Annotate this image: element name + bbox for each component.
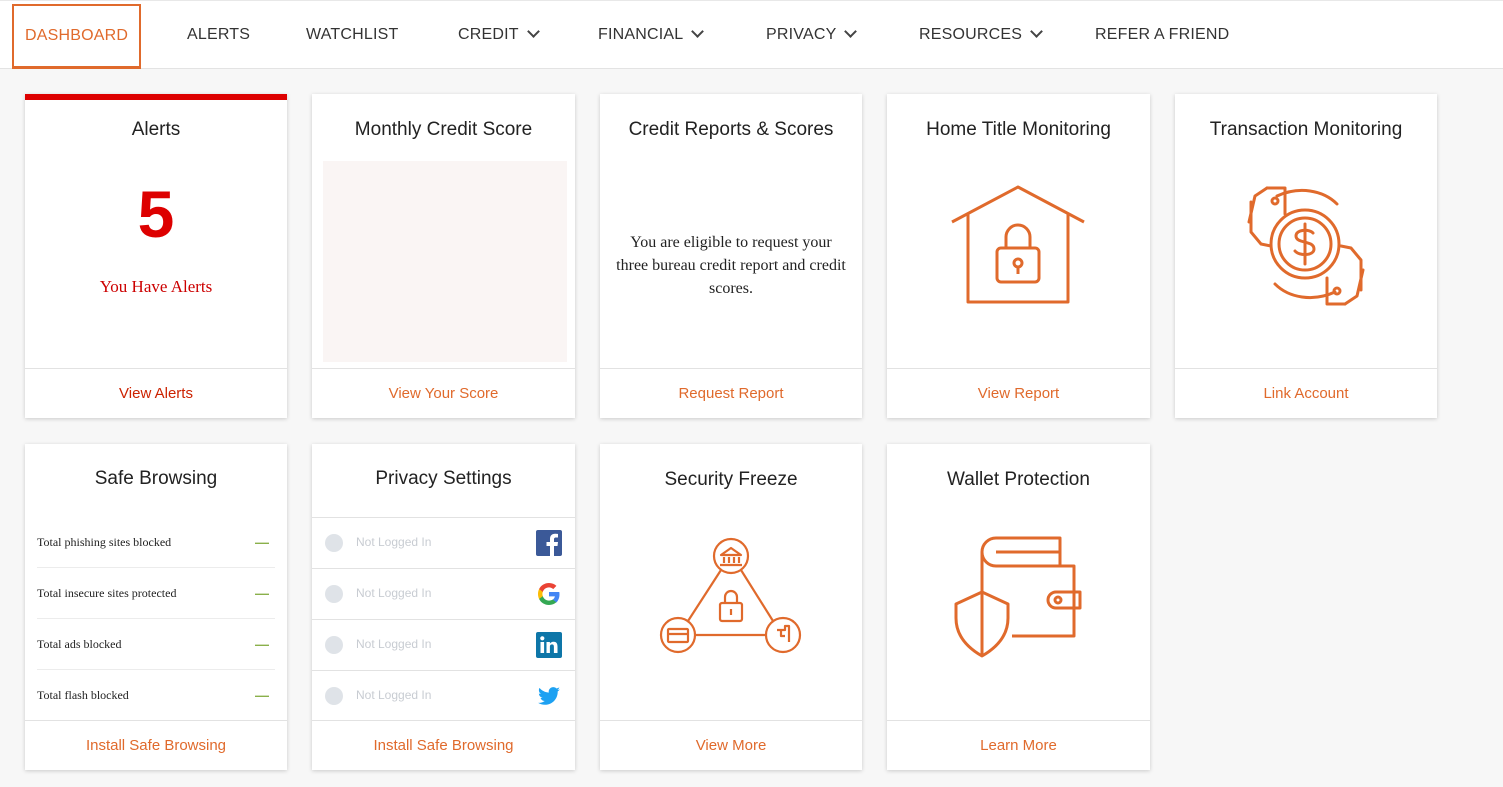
view-alerts-link[interactable]: View Alerts	[25, 368, 287, 418]
nav-resources[interactable]: RESOURCES	[919, 1, 1044, 69]
card-title: Home Title Monitoring	[926, 119, 1111, 140]
view-report-link[interactable]: View Report	[887, 368, 1150, 418]
status-dot	[325, 687, 343, 705]
card-title: Security Freeze	[664, 469, 798, 490]
list-item[interactable]: Not Logged In	[312, 670, 575, 721]
stat-value: —	[255, 534, 269, 550]
eligibility-message: You are eligible to request your three b…	[616, 234, 846, 297]
security-freeze-card: Security Freeze View More	[600, 444, 862, 770]
chevron-down-icon	[526, 25, 540, 38]
chevron-down-icon	[691, 25, 705, 38]
card-title: Alerts	[131, 119, 181, 140]
house-lock-icon	[950, 184, 1086, 308]
top-nav: DASHBOARD ALERTS WATCHLIST CREDIT FINANC…	[0, 0, 1503, 69]
list-item[interactable]: Not Logged In	[312, 517, 575, 568]
freeze-network-icon	[657, 536, 805, 658]
hands-dollar-coin-icon	[1245, 184, 1367, 308]
alert-status-bar	[25, 94, 287, 100]
nav-financial[interactable]: FINANCIAL	[598, 1, 705, 69]
card-title: Transaction Monitoring	[1209, 119, 1403, 140]
monthly-credit-score-card: Monthly Credit Score View Your Score	[312, 94, 575, 418]
request-report-link[interactable]: Request Report	[600, 368, 862, 418]
alert-message: You Have Alerts	[99, 277, 213, 296]
google-icon	[536, 581, 562, 607]
credit-reports-card: Credit Reports & Scores You are eligible…	[600, 94, 862, 418]
list-item: Total insecure sites protected —	[37, 568, 275, 619]
alerts-card: Alerts 5 You Have Alerts View Alerts	[25, 94, 287, 418]
nav-alerts[interactable]: ALERTS	[187, 1, 250, 69]
card-title: Privacy Settings	[375, 468, 512, 489]
card-title: Monthly Credit Score	[354, 119, 533, 140]
stat-value: —	[255, 585, 269, 601]
status-dot	[325, 585, 343, 603]
view-your-score-link[interactable]: View Your Score	[312, 368, 575, 418]
login-status: Not Logged In	[356, 688, 432, 702]
privacy-settings-card: Privacy Settings Not Logged In Not Logge…	[312, 444, 575, 770]
card-title: Credit Reports & Scores	[628, 119, 834, 140]
nav-privacy[interactable]: PRIVACY	[766, 1, 858, 69]
status-dot	[325, 636, 343, 654]
alert-count: 5	[137, 177, 175, 251]
list-item: Total ads blocked —	[37, 619, 275, 670]
nav-privacy-label: PRIVACY	[766, 26, 837, 43]
stat-value: —	[255, 687, 269, 703]
list-item: Total phishing sites blocked —	[37, 517, 275, 568]
nav-resources-label: RESOURCES	[919, 26, 1023, 43]
card-title: Wallet Protection	[947, 469, 1090, 490]
chevron-down-icon	[1030, 25, 1044, 38]
stat-label: Total phishing sites blocked	[37, 535, 172, 549]
status-dot	[325, 534, 343, 552]
nav-watchlist[interactable]: WATCHLIST	[306, 1, 398, 69]
transaction-monitoring-card: Transaction Monitoring Link Account	[1175, 94, 1437, 418]
list-item: Total flash blocked —	[37, 670, 275, 721]
nav-credit[interactable]: CREDIT	[458, 1, 540, 69]
stat-label: Total flash blocked	[37, 688, 129, 702]
home-title-monitoring-card: Home Title Monitoring View Report	[887, 94, 1150, 418]
list-item[interactable]: Not Logged In	[312, 619, 575, 670]
nav-refer-a-friend[interactable]: REFER A FRIEND	[1095, 1, 1229, 69]
view-more-link[interactable]: View More	[600, 720, 862, 770]
chevron-down-icon	[844, 25, 858, 38]
list-item[interactable]: Not Logged In	[312, 568, 575, 619]
link-account-link[interactable]: Link Account	[1175, 368, 1437, 418]
login-status: Not Logged In	[356, 637, 432, 651]
install-safe-browsing-link[interactable]: Install Safe Browsing	[25, 720, 287, 770]
login-status: Not Logged In	[356, 535, 432, 549]
wallet-protection-card: Wallet Protection Learn More	[887, 444, 1150, 770]
install-safe-browsing-link[interactable]: Install Safe Browsing	[312, 720, 575, 770]
wallet-shield-icon	[952, 536, 1084, 658]
stat-label: Total ads blocked	[37, 637, 122, 651]
safe-browsing-card: Safe Browsing Total phishing sites block…	[25, 444, 287, 770]
login-status: Not Logged In	[356, 586, 432, 600]
nav-financial-label: FINANCIAL	[598, 26, 684, 43]
twitter-icon	[536, 683, 562, 709]
nav-dashboard[interactable]: DASHBOARD	[12, 4, 142, 69]
stat-label: Total insecure sites protected	[37, 586, 177, 600]
linkedin-icon	[536, 632, 562, 658]
stat-value: —	[255, 636, 269, 652]
learn-more-link[interactable]: Learn More	[887, 720, 1150, 770]
score-placeholder	[323, 161, 567, 362]
nav-credit-label: CREDIT	[458, 26, 519, 43]
facebook-icon	[536, 530, 562, 556]
card-title: Safe Browsing	[94, 468, 218, 489]
